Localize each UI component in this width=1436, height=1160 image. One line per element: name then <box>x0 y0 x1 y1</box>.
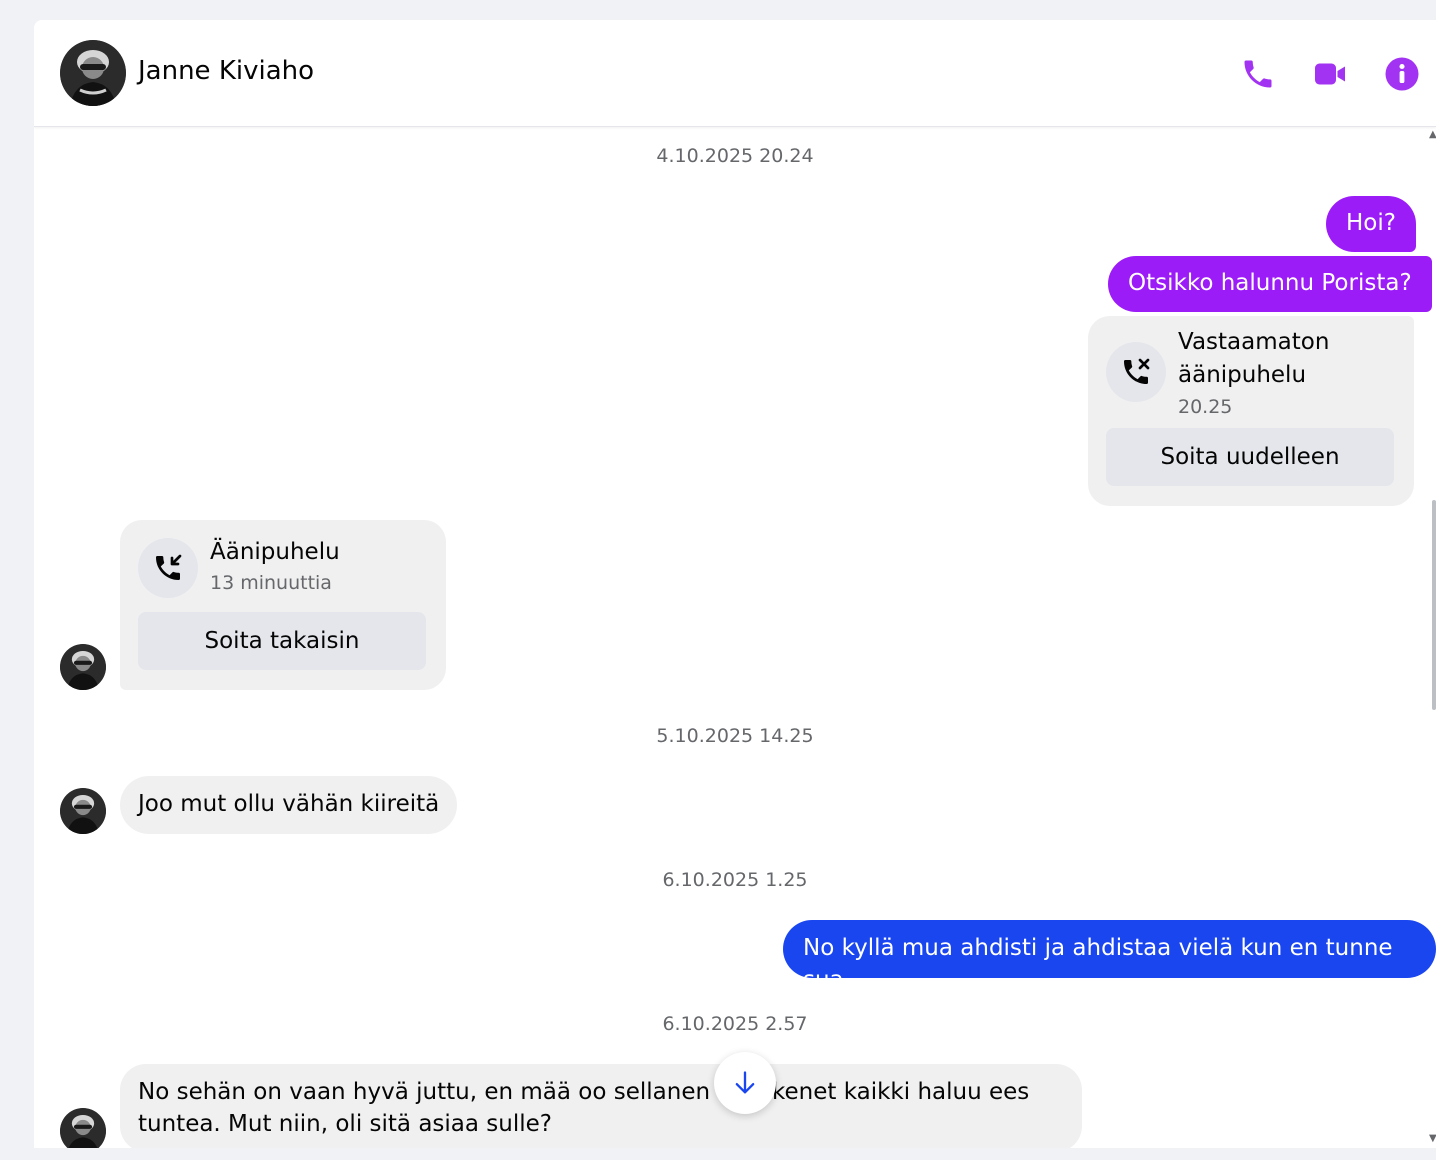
call-title-line1: Vastaamaton <box>1178 329 1330 355</box>
contact-avatar-small[interactable] <box>60 788 106 834</box>
contact-avatar[interactable] <box>60 40 126 106</box>
outgoing-message[interactable]: Otsikko halunnu Porista? <box>1108 256 1432 312</box>
timestamp: 5.10.2025 14.25 <box>656 725 814 747</box>
chat-header: Janne Kiviaho <box>34 20 1436 127</box>
message-text-part: No sehän on vaan hyvä juttu, en mää oo s… <box>138 1079 761 1105</box>
missed-call-card: Vastaamaton äänipuhelu 20.25 Soita uudel… <box>1088 316 1414 506</box>
avatar-image <box>60 788 106 834</box>
scroll-thumb[interactable] <box>1432 500 1436 710</box>
arrow-down-icon <box>735 1071 755 1094</box>
scroll-up-icon[interactable]: ▲ <box>1429 130 1436 140</box>
video-icon <box>1315 63 1345 85</box>
contact-name[interactable]: Janne Kiviaho <box>138 56 314 86</box>
call-title-line2: äänipuhelu <box>1178 362 1307 388</box>
voice-call-button[interactable] <box>1240 56 1276 92</box>
message-scrollbar[interactable]: ▲ ▼ <box>1429 130 1436 1148</box>
message-text-line: tuntea. Mut niin, oli sitä asiaa sulle? <box>138 1111 552 1137</box>
outgoing-message[interactable]: Hoi? <box>1326 196 1416 252</box>
call-title: Äänipuhelu <box>210 539 340 565</box>
avatar-image <box>60 40 126 106</box>
chat-window: Janne Kiviaho ▲ ▼ 4.10.2025 20.24 Hoi? O… <box>34 20 1436 1148</box>
missed-call-icon-wrap <box>1106 342 1166 402</box>
info-icon <box>1385 57 1419 91</box>
call-time: 20.25 <box>1178 396 1233 418</box>
message-text-part: kenet kaikki haluu ees <box>772 1079 1030 1105</box>
avatar-image <box>60 644 106 690</box>
phone-icon <box>1244 60 1272 88</box>
incoming-call-card: Äänipuhelu 13 minuuttia Soita takaisin <box>120 520 446 690</box>
outgoing-message[interactable]: No kyllä mua ahdisti ja ahdistaa vielä k… <box>783 920 1436 993</box>
incoming-call-icon <box>156 554 182 580</box>
video-call-button[interactable] <box>1312 56 1348 92</box>
call-back-button[interactable]: Soita takaisin <box>138 612 426 670</box>
incoming-message[interactable]: Joo mut ollu vähän kiireitä <box>120 776 458 834</box>
conversation-info-button[interactable] <box>1384 56 1420 92</box>
timestamp: 4.10.2025 20.24 <box>656 145 814 167</box>
call-again-button[interactable]: Soita uudelleen <box>1106 428 1394 486</box>
contact-avatar-small[interactable] <box>60 644 106 690</box>
scroll-down-icon[interactable]: ▼ <box>1429 1134 1436 1144</box>
incoming-message[interactable]: No sehän on vaan hyvä juttu, en mää oo s… <box>120 1064 1082 1148</box>
timestamp: 6.10.2025 2.57 <box>662 1013 808 1035</box>
missed-call-icon <box>1124 358 1150 384</box>
timestamp: 6.10.2025 1.25 <box>662 869 808 891</box>
avatar-image <box>60 1108 106 1148</box>
call-duration: 13 minuuttia <box>210 572 332 594</box>
jump-to-latest-button[interactable] <box>714 1052 776 1114</box>
contact-avatar-small[interactable] <box>60 1108 106 1148</box>
incoming-call-icon-wrap <box>138 538 198 598</box>
